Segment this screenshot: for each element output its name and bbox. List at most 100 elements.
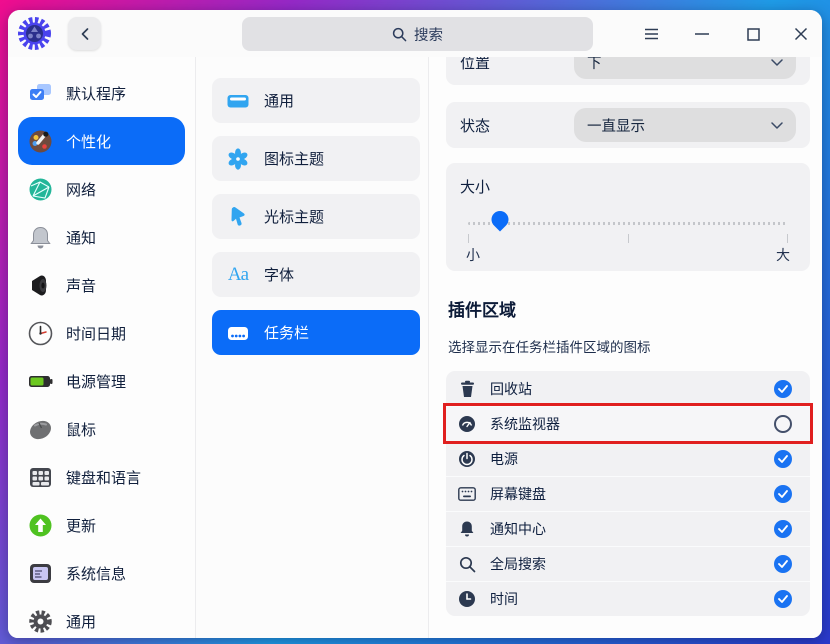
plugin-row-time[interactable]: 时间 (446, 581, 810, 616)
size-slider[interactable] (468, 207, 788, 232)
status-row: 状态 一直显示 (446, 102, 810, 148)
subnav-item-label: 字体 (264, 267, 295, 284)
bell-icon (27, 224, 54, 251)
gear-icon (27, 608, 54, 635)
position-label: 位置 (460, 57, 491, 72)
size-max-label: 大 (776, 247, 790, 263)
titlebar: 搜索 (8, 10, 822, 57)
position-value: 下 (587, 57, 602, 72)
plugin-row-global-search[interactable]: 全局搜索 (446, 546, 810, 581)
onscreen-keyboard-icon (458, 485, 476, 503)
size-slider-handle[interactable] (487, 207, 513, 232)
subnav-item-label: 图标主题 (264, 151, 325, 168)
sidebar-item-personalization[interactable]: 个性化 (18, 117, 185, 165)
subnav-item-label: 通用 (264, 93, 295, 110)
sidebar-item-label: 更新 (66, 517, 97, 535)
sidebar-item-label: 通知 (66, 229, 97, 247)
sidebar-item-notification[interactable]: 通知 (18, 213, 185, 261)
sidebar-item-label: 声音 (66, 277, 97, 295)
back-button[interactable] (68, 17, 101, 50)
checked-toggle[interactable] (774, 379, 792, 398)
subnav-item-cursor-theme[interactable]: 光标主题 (212, 194, 420, 239)
position-row: 位置 下 (446, 57, 810, 85)
size-card: 大小 小 大 (446, 163, 810, 271)
sidebar-item-label: 电源管理 (66, 373, 127, 391)
close-icon (794, 27, 808, 41)
cursor-icon (225, 204, 251, 230)
speaker-icon (27, 272, 54, 299)
sidebar-item-power-management[interactable]: 电源管理 (18, 357, 185, 405)
plugin-row-onscreen-keyboard[interactable]: 屏幕键盘 (446, 476, 810, 511)
checked-toggle[interactable] (774, 520, 792, 538)
maximize-icon (746, 27, 760, 41)
sidebar-item-label: 默认程序 (66, 85, 127, 103)
checked-toggle[interactable] (774, 555, 792, 573)
sidebar-item-datetime[interactable]: 时间日期 (18, 309, 185, 357)
sidebar-item-label: 网络 (66, 181, 97, 199)
checked-toggle[interactable] (774, 485, 792, 503)
plugin-label: 系统监视器 (490, 416, 560, 432)
system-info-icon (27, 560, 54, 587)
minimize-button[interactable] (688, 20, 716, 48)
plugin-row-system-monitor[interactable]: 系统监视器 (443, 403, 813, 444)
taskbar-settings-panel: 位置 下 状态 一直显示 大小 小 大 插件区域 选择显示在任务栏插件区域的图标… (429, 57, 822, 638)
plugin-row-power[interactable]: 电源 (446, 441, 810, 476)
hamburger-icon (644, 28, 658, 40)
sidebar-item-network[interactable]: 网络 (18, 165, 185, 213)
sidebar-item-keyboard-language[interactable]: 键盘和语言 (18, 453, 185, 501)
status-dropdown[interactable]: 一直显示 (574, 108, 796, 142)
sidebar-item-label: 通用 (66, 613, 97, 631)
system-monitor-icon (458, 415, 476, 433)
search-input[interactable]: 搜索 (242, 17, 593, 51)
sidebar-item-default-apps[interactable]: 默认程序 (18, 69, 185, 117)
checked-toggle[interactable] (774, 590, 792, 608)
chevron-left-icon (81, 27, 88, 40)
sidebar-item-sound[interactable]: 声音 (18, 261, 185, 309)
size-slider-track[interactable] (468, 222, 788, 225)
plugin-label: 回收站 (490, 380, 532, 397)
sidebar-item-general[interactable]: 通用 (18, 597, 185, 638)
maximize-button[interactable] (739, 20, 767, 48)
default-apps-icon (27, 80, 54, 107)
position-dropdown[interactable]: 下 (574, 57, 796, 79)
search-icon (392, 27, 407, 41)
sidebar-item-system-info[interactable]: 系统信息 (18, 549, 185, 597)
chevron-down-icon (771, 58, 783, 66)
app-logo-icon (18, 17, 51, 50)
sidebar-item-label: 键盘和语言 (66, 469, 142, 487)
clock-icon (27, 320, 54, 347)
slider-ticks (468, 234, 788, 243)
search-placeholder: 搜索 (414, 27, 443, 44)
close-button[interactable] (787, 20, 815, 48)
plugin-row-trash[interactable]: 回收站 (446, 371, 810, 406)
sidebar-item-mouse[interactable]: 鼠标 (18, 405, 185, 453)
plugin-label: 通知中心 (490, 521, 546, 537)
plugin-area-title: 插件区域 (448, 301, 516, 320)
status-label: 状态 (460, 117, 491, 135)
status-value: 一直显示 (587, 118, 645, 135)
unchecked-toggle[interactable] (774, 415, 792, 433)
mouse-icon (27, 416, 54, 443)
update-icon (27, 512, 54, 539)
subnav-item-icon-theme[interactable]: 图标主题 (212, 136, 420, 181)
subnav-item-font[interactable]: Aa 字体 (212, 252, 420, 297)
plugin-label: 全局搜索 (490, 556, 546, 572)
checked-toggle[interactable] (774, 450, 792, 468)
sidebar-item-update[interactable]: 更新 (18, 501, 185, 549)
control-center-window: 搜索 默认程序 个性化 网络 通知 声音 时间日期 电源管理 鼠标 键盘和语言 … (8, 10, 822, 638)
subnav-item-general[interactable]: 通用 (212, 78, 420, 123)
plugin-row-notification-center[interactable]: 通知中心 (446, 511, 810, 546)
personalization-subnav: 通用 图标主题 光标主题 Aa 字体 任务栏 (196, 57, 429, 638)
keyboard-icon (27, 464, 54, 491)
subnav-item-label: 任务栏 (264, 325, 310, 342)
taskbar-icon (225, 320, 251, 346)
plugin-label: 屏幕键盘 (490, 486, 546, 502)
sidebar-item-label: 鼠标 (66, 421, 97, 439)
battery-icon (27, 368, 54, 395)
menu-button[interactable] (637, 20, 665, 48)
power-icon (458, 450, 476, 468)
subnav-item-taskbar[interactable]: 任务栏 (212, 310, 420, 355)
plugin-area-subtitle: 选择显示在任务栏插件区域的图标 (448, 340, 651, 355)
font-aa-icon: Aa (227, 263, 249, 285)
trash-icon (458, 380, 476, 398)
